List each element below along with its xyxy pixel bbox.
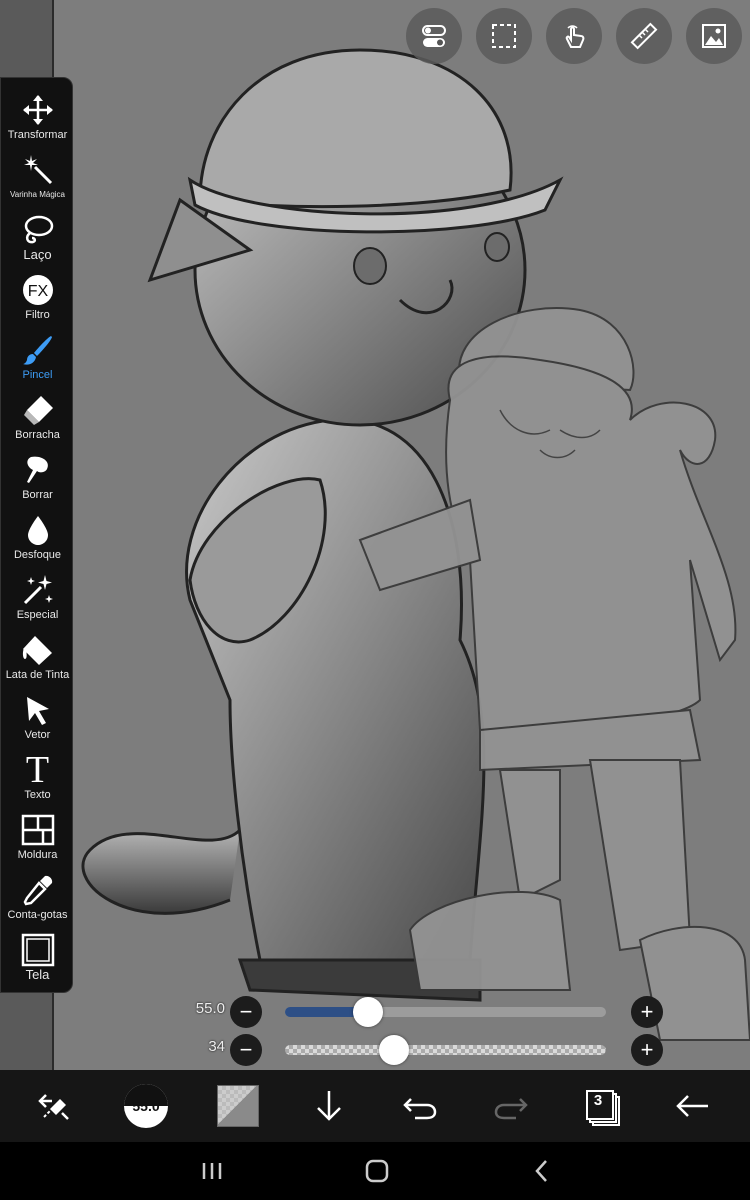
ruler-icon[interactable] xyxy=(616,8,672,64)
undo-button[interactable] xyxy=(385,1070,455,1142)
tool-moldura[interactable]: Moldura xyxy=(1,810,74,870)
artwork xyxy=(81,48,750,1041)
sparkle-wand-icon xyxy=(18,572,58,608)
tool-lata-de-tinta[interactable]: Lata de Tinta xyxy=(1,630,74,690)
download-button[interactable] xyxy=(294,1070,364,1142)
tool-varinha-magica[interactable]: Varinha Mágica xyxy=(1,150,74,210)
opacity-increase-button[interactable]: + xyxy=(631,1034,663,1066)
eraser-icon xyxy=(18,392,58,428)
tool-label: Texto xyxy=(24,789,51,801)
tool-vetor[interactable]: Vetor xyxy=(1,690,74,750)
tool-label: Moldura xyxy=(17,849,58,861)
tool-label: Pincel xyxy=(22,369,53,381)
tool-texto[interactable]: T Texto xyxy=(1,750,74,810)
brush-size-slider[interactable] xyxy=(285,1007,606,1017)
minus-icon: − xyxy=(239,1037,253,1062)
redo-button[interactable] xyxy=(476,1070,546,1142)
minus-icon: − xyxy=(239,999,253,1024)
arrow-left-icon xyxy=(676,1095,708,1117)
tool-label: Tela xyxy=(25,967,50,982)
opacity-slider-row: 34 − + xyxy=(185,1034,665,1066)
brush-icon xyxy=(18,332,58,368)
selection-icon[interactable] xyxy=(476,8,532,64)
tool-label: Lata de Tinta xyxy=(5,669,70,681)
fx-glyph: FX xyxy=(27,283,48,300)
tool-label: Borracha xyxy=(15,429,60,441)
swap-brush-eraser-icon xyxy=(38,1094,69,1120)
tool-sidebar: Transformar Varinha Mágica Laço FX Filtr… xyxy=(0,77,73,993)
size-decrease-button[interactable]: − xyxy=(230,996,262,1028)
brush-size-label: 55.0 xyxy=(132,1098,160,1114)
paint-bucket-icon xyxy=(18,632,58,668)
frame-icon xyxy=(18,812,58,848)
canvas-icon xyxy=(18,932,58,968)
opacity-slider[interactable] xyxy=(285,1045,606,1055)
brush-size-button[interactable]: 55.0 xyxy=(111,1070,181,1142)
plus-icon: + xyxy=(640,1037,654,1062)
touch-gesture-icon[interactable] xyxy=(546,8,602,64)
tool-borracha[interactable]: Borracha xyxy=(1,390,74,450)
swap-tools-button[interactable] xyxy=(20,1070,90,1142)
layers-count: 3 xyxy=(593,1092,603,1109)
color-button[interactable] xyxy=(203,1070,273,1142)
fx-icon: FX xyxy=(18,272,58,308)
tool-conta-gotas[interactable]: Conta-gotas xyxy=(1,870,74,930)
magic-wand-icon xyxy=(18,152,58,188)
slider-fill xyxy=(285,1045,394,1055)
slider-thumb[interactable] xyxy=(353,997,384,1027)
chevron-left-icon xyxy=(535,1160,547,1182)
text-glyph: T xyxy=(25,749,50,791)
layers-button[interactable]: 3 xyxy=(567,1070,637,1142)
slider-thumb[interactable] xyxy=(379,1035,410,1065)
drawing-canvas[interactable] xyxy=(0,0,750,1070)
layer-toggle-icon[interactable] xyxy=(406,8,462,64)
size-increase-button[interactable]: + xyxy=(631,996,663,1028)
tool-label: Varinha Mágica xyxy=(10,190,65,199)
tool-label: Filtro xyxy=(25,309,50,321)
home-icon xyxy=(365,1159,389,1183)
tool-label: Desfoque xyxy=(13,549,62,561)
tool-filtro[interactable]: FX Filtro xyxy=(1,270,74,330)
tool-label: Vetor xyxy=(24,729,51,741)
undo-icon xyxy=(403,1098,437,1120)
recent-apps-button[interactable] xyxy=(182,1142,242,1200)
layers-icon: 3 xyxy=(584,1088,620,1126)
tool-label: Borrar xyxy=(22,489,53,501)
text-t-icon: T xyxy=(18,749,58,791)
bottom-toolbar: 55.0 3 xyxy=(0,1070,750,1142)
tool-transformar[interactable]: Transformar xyxy=(1,90,74,150)
blur-drop-icon xyxy=(18,512,58,548)
tool-label: Especial xyxy=(16,609,59,621)
tool-label: Conta-gotas xyxy=(7,909,68,921)
arrow-down-icon xyxy=(317,1091,341,1121)
vector-cursor-icon xyxy=(18,692,58,728)
opacity-decrease-button[interactable]: − xyxy=(230,1034,262,1066)
lasso-icon xyxy=(18,212,58,248)
tool-desfoque[interactable]: Desfoque xyxy=(1,510,74,570)
brush-size-indicator: 55.0 xyxy=(124,1084,168,1128)
brush-size-value: 55.0 xyxy=(195,1000,225,1017)
smudge-icon xyxy=(18,452,58,488)
brush-size-slider-row: 55.0 − + xyxy=(185,996,665,1028)
recent-apps-icon xyxy=(202,1163,222,1179)
tool-label: Transformar xyxy=(7,129,68,141)
tool-borrar[interactable]: Borrar xyxy=(1,450,74,510)
tool-tela[interactable]: Tela xyxy=(1,930,74,990)
move-arrows-icon xyxy=(18,92,58,128)
eyedropper-icon xyxy=(18,872,58,908)
system-back-button[interactable] xyxy=(512,1142,572,1200)
home-button[interactable] xyxy=(347,1142,407,1200)
back-button[interactable] xyxy=(658,1070,728,1142)
tool-especial[interactable]: Especial xyxy=(1,570,74,630)
tool-laco[interactable]: Laço xyxy=(1,210,74,270)
tool-pincel[interactable]: Pincel xyxy=(1,330,74,390)
gallery-image-icon[interactable] xyxy=(686,8,742,64)
tool-label: Laço xyxy=(23,247,52,262)
opacity-value: 34 xyxy=(208,1038,225,1055)
color-swatch xyxy=(217,1085,259,1127)
plus-icon: + xyxy=(640,999,654,1024)
system-nav-bar xyxy=(0,1142,750,1200)
redo-icon xyxy=(494,1098,528,1120)
